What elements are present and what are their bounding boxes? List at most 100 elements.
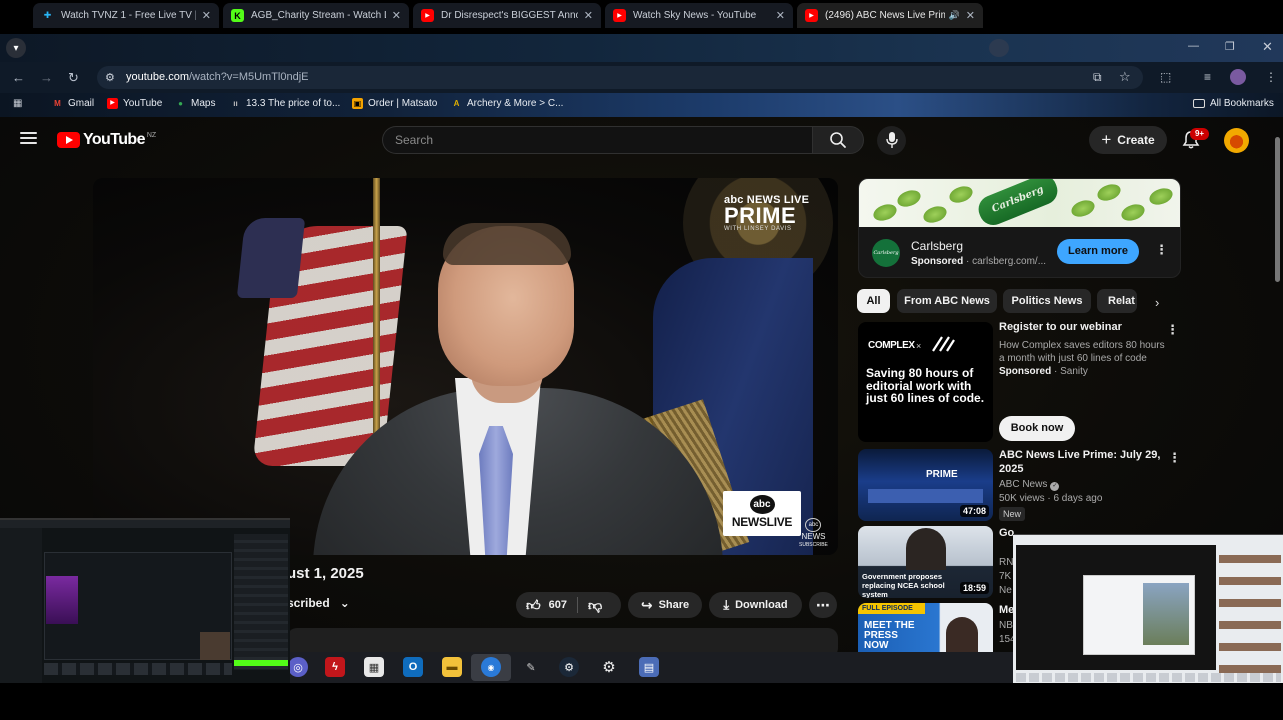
more-vertical-icon[interactable]: ⋮ — [1166, 322, 1179, 338]
carlsberg-logo: Carlsberg — [872, 239, 900, 267]
bookmark-archery[interactable]: A Archery & More > C... — [451, 98, 564, 109]
media-controls-icon[interactable]: ≡ — [1204, 70, 1211, 84]
chip-all[interactable]: All — [857, 289, 890, 313]
bookmark-price[interactable]: ıı 13.3 The price of to... — [230, 98, 340, 109]
taskbar-steam-icon[interactable]: ⚙ — [559, 657, 579, 677]
tab-dr-disrespect[interactable]: ▶ Dr Disrespect's BIGGEST Anno ✕ — [413, 3, 601, 28]
video-channel[interactable]: RN — [999, 556, 1013, 570]
bookmark-star-icon[interactable]: ☆ — [1119, 69, 1131, 85]
voice-search-button[interactable] — [877, 126, 906, 155]
search-button[interactable] — [812, 126, 864, 154]
taskbar-feather-icon[interactable]: ✎ — [521, 657, 541, 677]
video-duration: 47:08 — [959, 505, 989, 517]
more-vertical-icon[interactable]: ⋮ — [1155, 242, 1168, 258]
video-thumbnail[interactable]: Government proposes replacing NCEA schoo… — [858, 526, 993, 598]
webinar-ad-title[interactable]: Register to our webinar — [999, 321, 1122, 333]
hop-graphic — [1069, 197, 1097, 220]
more-horizontal-icon: ⋯ — [816, 596, 830, 613]
extensions-icon[interactable]: ⬚ — [1160, 70, 1171, 84]
youtube-favicon-icon: ▶ — [805, 9, 818, 22]
new-tab-button[interactable] — [989, 39, 1009, 57]
create-button[interactable]: + Create — [1089, 126, 1167, 154]
youtube-favicon-icon: ▶ — [613, 9, 626, 22]
video-channel[interactable]: NB — [999, 619, 1013, 633]
tab-search-icon[interactable]: ▾ — [6, 38, 26, 58]
close-icon[interactable]: ✕ — [392, 9, 401, 22]
webinar-ad-thumbnail[interactable]: COMPLEX × Saving 80 hours of editorial w… — [858, 322, 993, 442]
plus-icon: + — [1101, 130, 1112, 149]
site-info-icon[interactable]: ⚙ — [105, 71, 115, 84]
browser-menu-icon[interactable]: ⋮ — [1265, 70, 1277, 84]
video-title[interactable]: ABC News Live Prime: July 29, 2025 — [999, 448, 1164, 476]
more-actions-button[interactable]: ⋯ — [809, 592, 837, 618]
taskbar-calculator-icon[interactable]: ▤ — [639, 657, 659, 677]
taskbar-outlook-icon[interactable]: O — [403, 657, 423, 677]
close-icon[interactable]: ✕ — [776, 9, 785, 22]
minimize-icon[interactable]: — — [1188, 40, 1199, 52]
tab-kick-stream[interactable]: K AGB_Charity Stream - Watch Li ✕ — [223, 3, 409, 28]
chevron-right-icon[interactable]: › — [1155, 295, 1159, 310]
chevron-down-icon: ⌄ — [339, 596, 350, 610]
bookmark-youtube[interactable]: ▶ YouTube — [107, 98, 162, 109]
chip-politics-news[interactable]: Politics News — [1003, 289, 1091, 313]
download-button[interactable]: ⤓ Download — [709, 592, 802, 618]
account-avatar[interactable] — [1224, 128, 1249, 153]
overlay-info-row — [44, 663, 232, 675]
maximize-icon[interactable]: ❐ — [1225, 40, 1235, 53]
chip-from-abc-news[interactable]: From ABC News — [897, 289, 997, 313]
apps-grid-icon[interactable]: ▦ — [13, 98, 22, 109]
sponsored-ad-card[interactable]: Carlsberg Carlsberg Carlsberg Sponsored … — [858, 178, 1181, 278]
learn-more-button[interactable]: Learn more — [1057, 239, 1139, 264]
gmail-icon: M — [54, 99, 61, 108]
speaker-icon[interactable]: 🔊 — [949, 10, 960, 21]
bookmark-matsato[interactable]: ▣ Order | Matsato — [352, 98, 437, 109]
search-input[interactable] — [383, 127, 812, 153]
video-duration: 18:59 — [959, 582, 989, 594]
book-now-button[interactable]: Book now — [999, 416, 1075, 441]
hamburger-menu-icon[interactable] — [20, 132, 37, 144]
bookmark-gmail[interactable]: M Gmail — [52, 98, 94, 109]
chip-related[interactable]: Relat — [1097, 289, 1137, 313]
video-channel[interactable]: ABC News ✓ — [999, 478, 1060, 492]
video-thumbnail[interactable]: PRIME 47:08 — [858, 449, 993, 521]
taskbar-settings-icon[interactable]: ⚙ — [599, 657, 619, 677]
install-app-icon[interactable]: ⧉ — [1093, 70, 1102, 85]
share-button[interactable]: ↪ Share — [628, 592, 702, 618]
reload-icon[interactable]: ↻ — [68, 70, 79, 86]
webinar-ad-meta: Sponsored · Sanity — [999, 366, 1088, 377]
bookmark-maps[interactable]: ● Maps — [175, 98, 215, 109]
taskbar-teams-icon[interactable]: ◎ — [288, 657, 308, 677]
youtube-play-icon — [57, 132, 80, 148]
tab-abc-news-active[interactable]: ▶ (2496) ABC News Live Prime 🔊 ✕ — [797, 3, 983, 28]
close-icon[interactable]: ✕ — [584, 9, 593, 22]
close-icon[interactable]: ✕ — [202, 9, 211, 22]
all-bookmarks[interactable]: All Bookmarks — [1193, 98, 1274, 109]
address-bar[interactable]: ⚙ youtube.com/watch?v=M5UmTl0ndjE ⧉ ☆ — [97, 66, 1143, 89]
profile-avatar[interactable] — [1230, 69, 1246, 85]
taskbar-chrome-icon[interactable]: ◉ — [481, 657, 501, 677]
taskbar-flash-icon[interactable]: ϟ — [325, 657, 345, 677]
tab-sky-news[interactable]: ▶ Watch Sky News - YouTube ✕ — [605, 3, 793, 28]
carlsberg-bottle: Carlsberg — [974, 179, 1062, 230]
back-arrow-icon[interactable]: ← — [12, 70, 25, 85]
more-vertical-icon[interactable]: ⋮ — [1168, 450, 1181, 466]
divider — [577, 597, 578, 613]
scrollbar-thumb[interactable] — [1275, 137, 1280, 282]
close-window-icon[interactable]: ✕ — [1262, 39, 1273, 55]
hop-graphic — [871, 201, 899, 224]
tab-title: Dr Disrespect's BIGGEST Anno — [441, 10, 578, 21]
taskbar-file-explorer-icon[interactable]: ▬ — [442, 657, 462, 677]
youtube-logo[interactable]: YouTube NZ — [57, 131, 156, 149]
search-box — [382, 126, 812, 154]
subscribed-button[interactable]: scribed ⌄ — [287, 596, 350, 610]
overlay-chat-bar — [234, 660, 288, 666]
tab-title: AGB_Charity Stream - Watch Li — [251, 10, 386, 21]
dislike-button[interactable]: 👎︎ — [588, 597, 602, 614]
microphone-icon — [886, 132, 898, 148]
video-player[interactable]: abc NEWS LIVE PRIME WITH LINSEY DAVIS ab… — [93, 178, 838, 555]
like-button[interactable]: 👍︎ 607 — [526, 597, 567, 614]
tab-tvnz[interactable]: ✚ Watch TVNZ 1 - Free Live TV | T ✕ — [33, 3, 219, 28]
forward-arrow-icon[interactable]: → — [40, 70, 53, 85]
taskbar-store-icon[interactable]: ▦ — [364, 657, 384, 677]
close-icon[interactable]: ✕ — [966, 9, 975, 22]
